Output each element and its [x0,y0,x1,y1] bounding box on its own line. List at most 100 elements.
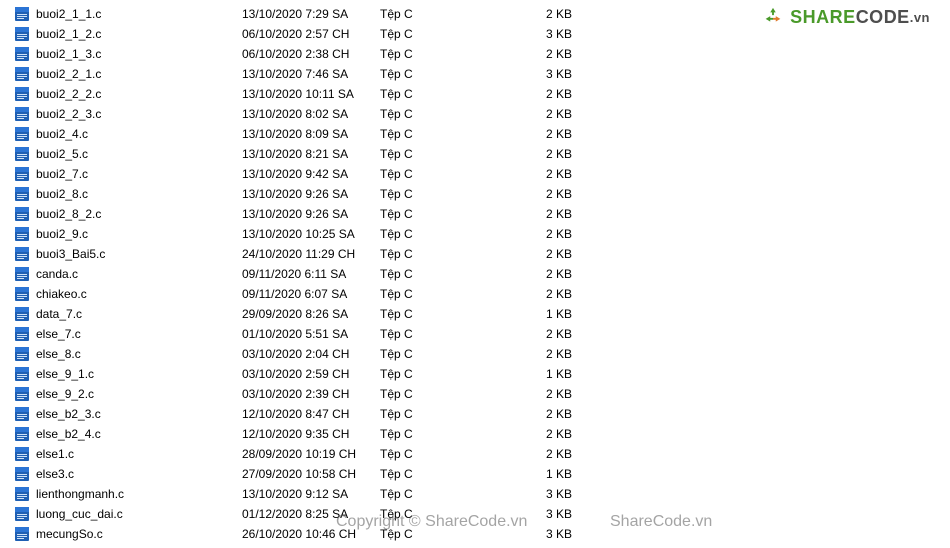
file-name-label: buoi3_Bai5.c [36,247,105,261]
file-name-cell[interactable]: buoi3_Bai5.c [14,246,242,262]
file-type-cell: Tệp C [380,427,520,441]
file-name-cell[interactable]: data_7.c [14,306,242,322]
file-name-cell[interactable]: buoi2_9.c [14,226,242,242]
file-row[interactable]: data_7.c29/09/2020 8:26 SATệp C1 KB [14,304,950,324]
file-name-cell[interactable]: buoi2_1_3.c [14,46,242,62]
file-date-cell: 06/10/2020 2:57 CH [242,27,380,41]
file-row[interactable]: buoi2_8.c13/10/2020 9:26 SATệp C2 KB [14,184,950,204]
file-type-cell: Tệp C [380,7,520,21]
file-name-label: data_7.c [36,307,82,321]
file-name-cell[interactable]: else_b2_4.c [14,426,242,442]
file-row[interactable]: lienthongmanh.c13/10/2020 9:12 SATệp C3 … [14,484,950,504]
file-name-cell[interactable]: buoi2_8_2.c [14,206,242,222]
file-row[interactable]: else_b2_4.c12/10/2020 9:35 CHTệp C2 KB [14,424,950,444]
file-size-cell: 2 KB [520,127,580,141]
file-type-cell: Tệp C [380,47,520,61]
file-name-cell[interactable]: buoi2_1_1.c [14,6,242,22]
file-size-cell: 2 KB [520,427,580,441]
file-row[interactable]: buoi2_9.c13/10/2020 10:25 SATệp C2 KB [14,224,950,244]
file-row[interactable]: buoi2_2_1.c13/10/2020 7:46 SATệp C3 KB [14,64,950,84]
file-row[interactable]: buoi2_1_3.c 06/10/2020 2:38 CHTệp C2 KB [14,44,950,64]
file-date-cell: 13/10/2020 10:25 SA [242,227,380,241]
c-file-icon [14,86,30,102]
c-file-icon [14,386,30,402]
file-type-cell: Tệp C [380,467,520,481]
file-size-cell: 2 KB [520,7,580,21]
file-name-label: else3.c [36,467,74,481]
file-row[interactable]: else_9_2.c03/10/2020 2:39 CHTệp C2 KB [14,384,950,404]
file-type-cell: Tệp C [380,247,520,261]
file-name-cell[interactable]: else_9_1.c [14,366,242,382]
c-file-icon [14,366,30,382]
c-file-icon [14,426,30,442]
file-name-cell[interactable]: buoi2_1_2.c [14,26,242,42]
file-row[interactable]: else3.c27/09/2020 10:58 CHTệp C1 KB [14,464,950,484]
file-size-cell: 2 KB [520,47,580,61]
file-size-cell: 2 KB [520,227,580,241]
file-row[interactable]: buoi2_2_2.c13/10/2020 10:11 SATệp C2 KB [14,84,950,104]
file-date-cell: 12/10/2020 8:47 CH [242,407,380,421]
file-size-cell: 2 KB [520,247,580,261]
file-type-cell: Tệp C [380,307,520,321]
file-size-cell: 1 KB [520,367,580,381]
file-row[interactable]: buoi2_2_3.c13/10/2020 8:02 SATệp C2 KB [14,104,950,124]
file-name-cell[interactable]: else3.c [14,466,242,482]
file-row[interactable]: buoi2_7.c13/10/2020 9:42 SATệp C2 KB [14,164,950,184]
file-row[interactable]: mecungSo.c26/10/2020 10:46 CHTệp C3 KB [14,524,950,544]
file-size-cell: 2 KB [520,287,580,301]
file-date-cell: 01/10/2020 5:51 SA [242,327,380,341]
file-name-cell[interactable]: buoi2_5.c [14,146,242,162]
file-type-cell: Tệp C [380,187,520,201]
file-type-cell: Tệp C [380,27,520,41]
file-date-cell: 13/10/2020 8:02 SA [242,107,380,121]
file-name-cell[interactable]: luong_cuc_dai.c [14,506,242,522]
file-row[interactable]: else_7.c01/10/2020 5:51 SATệp C2 KB [14,324,950,344]
file-row[interactable]: else_b2_3.c12/10/2020 8:47 CHTệp C2 KB [14,404,950,424]
file-name-label: buoi2_1_3.c [36,47,101,61]
file-date-cell: 13/10/2020 10:11 SA [242,87,380,101]
file-size-cell: 3 KB [520,527,580,541]
file-row[interactable]: buoi2_8_2.c13/10/2020 9:26 SATệp C2 KB [14,204,950,224]
file-size-cell: 3 KB [520,67,580,81]
file-row[interactable]: else_8.c03/10/2020 2:04 CHTệp C2 KB [14,344,950,364]
file-name-cell[interactable]: buoi2_2_2.c [14,86,242,102]
file-date-cell: 01/12/2020 8:25 SA [242,507,380,521]
c-file-icon [14,326,30,342]
file-row[interactable]: else_9_1.c03/10/2020 2:59 CHTệp C1 KB [14,364,950,384]
file-name-cell[interactable]: else_8.c [14,346,242,362]
file-date-cell: 13/10/2020 9:26 SA [242,207,380,221]
c-file-icon [14,26,30,42]
file-name-cell[interactable]: mecungSo.c [14,526,242,542]
file-row[interactable]: canda.c09/11/2020 6:11 SATệp C2 KB [14,264,950,284]
file-name-cell[interactable]: buoi2_2_3.c [14,106,242,122]
file-name-cell[interactable]: buoi2_4.c [14,126,242,142]
file-date-cell: 13/10/2020 7:29 SA [242,7,380,21]
file-name-cell[interactable]: else_7.c [14,326,242,342]
file-list[interactable]: buoi2_1_1.c13/10/2020 7:29 SATệp C2 KB b… [0,0,950,544]
file-name-cell[interactable]: buoi2_8.c [14,186,242,202]
file-date-cell: 28/09/2020 10:19 CH [242,447,380,461]
file-name-cell[interactable]: else1.c [14,446,242,462]
file-row[interactable]: buoi3_Bai5.c24/10/2020 11:29 CHTệp C2 KB [14,244,950,264]
file-name-label: luong_cuc_dai.c [36,507,123,521]
file-row[interactable]: buoi2_4.c13/10/2020 8:09 SATệp C2 KB [14,124,950,144]
file-name-cell[interactable]: buoi2_2_1.c [14,66,242,82]
file-name-label: mecungSo.c [36,527,103,541]
file-name-cell[interactable]: buoi2_7.c [14,166,242,182]
c-file-icon [14,486,30,502]
file-date-cell: 06/10/2020 2:38 CH [242,47,380,61]
file-row[interactable]: chiakeo.c09/11/2020 6:07 SATệp C2 KB [14,284,950,304]
file-row[interactable]: buoi2_5.c13/10/2020 8:21 SATệp C2 KB [14,144,950,164]
file-name-cell[interactable]: canda.c [14,266,242,282]
file-name-cell[interactable]: lienthongmanh.c [14,486,242,502]
file-name-cell[interactable]: else_9_2.c [14,386,242,402]
c-file-icon [14,126,30,142]
file-name-cell[interactable]: else_b2_3.c [14,406,242,422]
file-type-cell: Tệp C [380,107,520,121]
file-name-cell[interactable]: chiakeo.c [14,286,242,302]
file-row[interactable]: else1.c28/09/2020 10:19 CHTệp C2 KB [14,444,950,464]
c-file-icon [14,206,30,222]
file-row[interactable]: luong_cuc_dai.c01/12/2020 8:25 SATệp C3 … [14,504,950,524]
file-name-label: buoi2_2_1.c [36,67,101,81]
file-type-cell: Tệp C [380,67,520,81]
